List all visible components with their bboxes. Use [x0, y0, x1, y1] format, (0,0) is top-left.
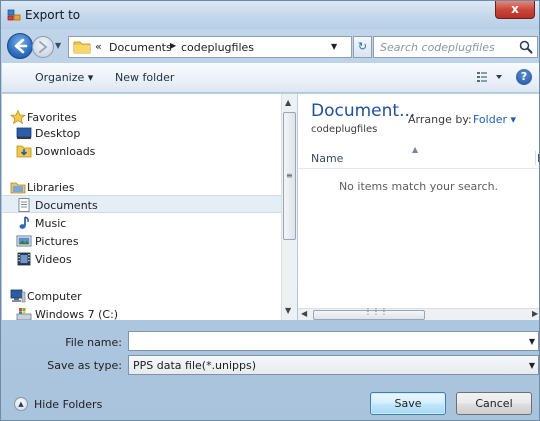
change-view-button[interactable] [476, 70, 504, 87]
search-input[interactable]: Search codeplugfiles [380, 41, 495, 54]
column-header-next[interactable]: D [537, 152, 539, 165]
file-name-label: File name: [65, 336, 122, 349]
refresh-button[interactable]: ↻ [353, 36, 372, 58]
videos-icon [17, 252, 31, 266]
column-divider[interactable] [535, 151, 536, 165]
new-folder-button[interactable]: New folder [115, 71, 174, 84]
save-fields: File name: ▼ Save as type: PPS data file… [2, 321, 539, 377]
documents-icon [18, 198, 30, 212]
chevron-down-icon[interactable]: ▼ [529, 361, 535, 370]
scroll-left-arrow-icon[interactable]: ◀ [301, 309, 307, 318]
arrange-by-dropdown[interactable]: Folder ▾ [473, 113, 516, 126]
help-button[interactable]: ? [516, 69, 532, 85]
library-title: Document... [311, 101, 416, 121]
file-list-hscrollbar[interactable]: ◀ ⋮⋮⋮ ▶ [298, 307, 539, 320]
address-segment-documents[interactable]: Documents [109, 41, 172, 54]
drive-icon [16, 308, 32, 320]
hscrollbar-thumb[interactable]: ⋮⋮⋮ [313, 307, 425, 320]
nav-label-downloads: Downloads [35, 145, 96, 158]
arrange-by-label: Arrange by: [408, 113, 472, 126]
nav-label-pictures: Pictures [35, 235, 79, 248]
nav-item-music[interactable]: Music [2, 214, 281, 232]
address-segment-codeplugfiles[interactable]: codeplugfiles [181, 41, 254, 54]
back-button[interactable] [7, 33, 33, 59]
desktop-icon [16, 127, 32, 139]
scroll-up-arrow-icon[interactable]: ▲ [285, 98, 291, 107]
title-bar: Export to x [1, 1, 539, 29]
app-icon [7, 9, 21, 21]
dialog-footer: ▲ Hide Folders Save Cancel [2, 378, 539, 421]
view-list-icon [477, 72, 502, 82]
nav-item-videos[interactable]: Videos [2, 250, 281, 268]
organize-menu[interactable]: Organize ▾ [35, 71, 93, 84]
close-button[interactable]: x [495, 1, 535, 19]
save-as-type-select[interactable]: PPS data file(*.unipps) ▼ [128, 355, 539, 375]
address-overflow-chevron[interactable]: « [95, 40, 102, 53]
nav-label-computer: Computer [27, 290, 82, 303]
chevron-down-icon[interactable]: ▼ [331, 42, 337, 51]
computer-icon [10, 289, 26, 303]
scroll-right-arrow-icon[interactable]: ▶ [532, 309, 538, 318]
forward-button[interactable] [32, 36, 54, 58]
hide-folders-label: Hide Folders [34, 398, 103, 411]
cancel-button[interactable]: Cancel [456, 392, 532, 415]
save-as-type-label: Save as type: [47, 359, 122, 372]
nav-item-windows7-drive[interactable]: Windows 7 (C:) [2, 305, 281, 320]
command-bar: Organize ▾ New folder ? [2, 63, 539, 93]
star-icon [10, 110, 26, 124]
save-as-type-value: PPS data file(*.unipps) [133, 359, 257, 372]
downloads-folder-icon [16, 145, 32, 158]
pictures-icon [16, 235, 32, 247]
arrow-left-icon [14, 38, 28, 54]
grip-icon: ≡ [286, 171, 293, 180]
window-title: Export to [25, 8, 81, 22]
search-icon[interactable] [519, 40, 533, 54]
navigation-pane: Favorites Desktop Downloads Libraries Do… [2, 94, 281, 320]
history-dropdown-icon[interactable]: ▼ [55, 41, 65, 51]
nav-label-windows7: Windows 7 (C:) [35, 308, 119, 320]
nav-item-documents[interactable]: Documents [2, 195, 281, 213]
nav-label-videos: Videos [35, 253, 72, 266]
folder-icon [73, 41, 91, 54]
search-box[interactable]: Search codeplugfiles [373, 36, 538, 58]
nav-label-documents: Documents [35, 199, 98, 212]
nav-item-downloads[interactable]: Downloads [2, 142, 281, 160]
nav-label-favorites: Favorites [27, 111, 77, 124]
grip-icon: ⋮⋮⋮ [364, 307, 388, 316]
column-header: Name ▲ D [298, 145, 539, 169]
scrollbar-thumb[interactable]: ≡ [283, 112, 296, 240]
arrow-right-icon [39, 41, 48, 53]
column-header-name[interactable]: Name [311, 152, 343, 165]
save-button[interactable]: Save [370, 392, 446, 415]
library-subtitle: codeplugfiles [311, 124, 378, 135]
chevron-right-icon[interactable]: ▶ [170, 41, 176, 50]
music-icon [19, 216, 29, 229]
file-name-input[interactable]: ▼ [128, 331, 539, 351]
export-dialog: Export to x ▼ « Documents ▶ codeplugfile… [0, 0, 540, 421]
chevron-up-icon: ▲ [14, 397, 28, 411]
nav-item-pictures[interactable]: Pictures [2, 232, 281, 250]
libraries-icon [10, 182, 26, 194]
nav-label-music: Music [35, 217, 67, 230]
nav-item-computer[interactable]: Computer [2, 287, 281, 305]
nav-item-libraries[interactable]: Libraries [2, 178, 281, 196]
file-list-pane: Document... codeplugfiles Arrange by: Fo… [298, 94, 539, 308]
nav-item-desktop[interactable]: Desktop [2, 124, 281, 142]
navigation-bar: ▼ « Documents ▶ codeplugfiles ▼ ↻ Search… [1, 29, 539, 63]
chevron-down-icon[interactable]: ▼ [529, 337, 535, 346]
sort-ascending-icon: ▲ [412, 145, 419, 154]
scroll-down-arrow-icon[interactable]: ▼ [285, 306, 291, 315]
refresh-icon: ↻ [357, 40, 368, 53]
address-bar[interactable]: « Documents ▶ codeplugfiles ▼ [68, 36, 352, 58]
navigation-scrollbar[interactable]: ▲ ≡ ▼ [281, 94, 297, 320]
nav-label-libraries: Libraries [27, 181, 75, 194]
empty-message: No items match your search. [338, 180, 499, 193]
nav-label-desktop: Desktop [35, 127, 81, 140]
